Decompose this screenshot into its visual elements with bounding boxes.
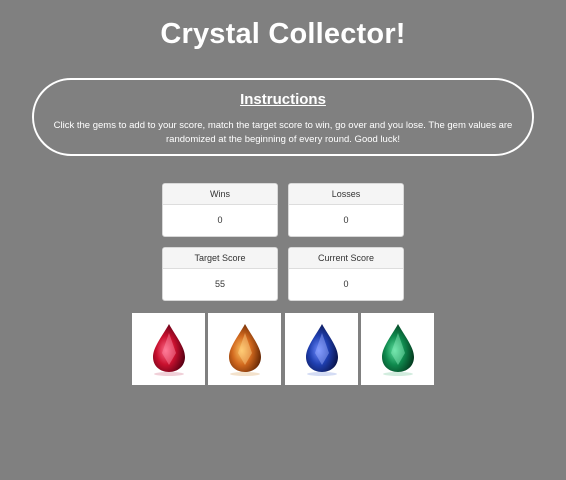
target-score-panel: Target Score 55	[162, 247, 278, 301]
instructions-text: Click the gems to add to your score, mat…	[53, 120, 513, 145]
emerald-gem-button[interactable]	[361, 313, 434, 385]
wins-panel: Wins 0	[162, 183, 278, 237]
ruby-gem-button[interactable]	[132, 313, 205, 385]
emerald-gem-icon	[381, 324, 414, 376]
page-title: Crystal Collector!	[160, 18, 406, 50]
losses-value: 0	[343, 215, 349, 225]
sapphire-gem-button[interactable]	[285, 313, 358, 385]
wins-label: Wins	[163, 184, 277, 205]
instructions-heading: Instructions	[240, 91, 326, 108]
target-score-value: 55	[214, 279, 225, 289]
ruby-gem-icon	[152, 324, 185, 376]
wins-value: 0	[217, 215, 223, 225]
sapphire-gem-icon	[305, 324, 338, 376]
current-score-label: Current Score	[289, 248, 403, 269]
losses-label: Losses	[289, 184, 403, 205]
topaz-gem-icon	[228, 324, 261, 376]
losses-panel: Losses 0	[288, 183, 404, 237]
current-score-panel: Current Score 0	[288, 247, 404, 301]
current-score-value: 0	[343, 279, 349, 289]
instructions-panel: Instructions Click the gems to add to yo…	[32, 78, 534, 156]
target-score-label: Target Score	[163, 248, 277, 269]
topaz-gem-button[interactable]	[208, 313, 281, 385]
